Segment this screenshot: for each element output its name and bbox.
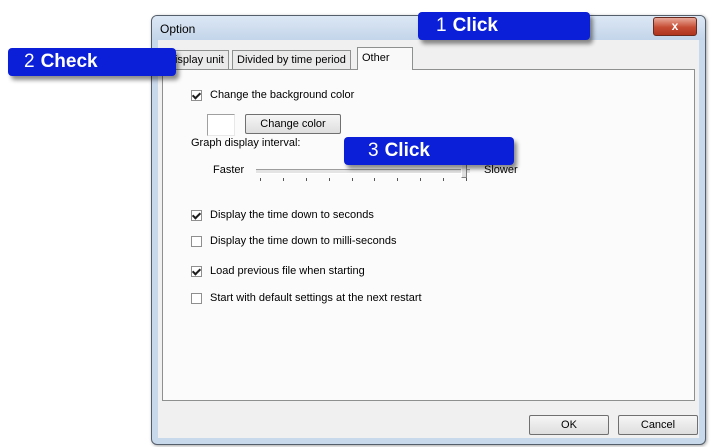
change-background-row[interactable]: Change the background color: [191, 89, 354, 101]
option-row-seconds[interactable]: Display the time down to seconds: [191, 209, 374, 221]
slider-tick: [466, 178, 467, 181]
slider-tick: [397, 178, 399, 181]
slider-tick: [420, 178, 422, 181]
callout-step-1: 1 Click: [418, 12, 590, 40]
graph-interval-text: Graph display interval:: [191, 137, 301, 149]
cancel-button[interactable]: Cancel: [618, 415, 698, 435]
callout-3-word: Click: [384, 140, 430, 161]
option-row-load-previous[interactable]: Load previous file when starting: [191, 265, 365, 277]
slider-tick: [282, 178, 284, 181]
option-row-default-settings[interactable]: Start with default settings at the next …: [191, 292, 422, 304]
slider-tick: [328, 178, 330, 181]
slower-label: Slower: [484, 164, 518, 176]
slider-tick: [305, 178, 307, 181]
close-icon: x: [671, 19, 679, 33]
callout-step-2: 2 Check: [8, 48, 176, 76]
callout-2-word: Check: [40, 51, 98, 72]
slider-tick: [374, 178, 376, 181]
milliseconds-checkbox[interactable]: [191, 235, 202, 247]
tab-other[interactable]: Other: [357, 47, 413, 70]
option-dialog: Option x Display unit Divided by time pe…: [151, 15, 706, 445]
change-background-checkbox[interactable]: [191, 89, 202, 101]
tab-strip: Display unit Divided by time period Othe…: [162, 47, 695, 70]
other-tab-panel: Change the background color Change color…: [162, 69, 695, 401]
load-previous-label: Load previous file when starting: [210, 265, 365, 277]
dialog-client: Display unit Divided by time period Othe…: [158, 40, 699, 438]
graph-interval-slider[interactable]: [256, 169, 470, 174]
callout-step-3: 3 Click: [344, 137, 514, 165]
slider-tick: [260, 178, 261, 181]
callout-2-number: 2: [24, 51, 35, 72]
window-title: Option: [160, 22, 196, 36]
default-settings-checkbox[interactable]: [191, 292, 202, 304]
slider-max-label: Slower: [484, 164, 518, 176]
seconds-label: Display the time down to seconds: [210, 209, 374, 221]
ok-button[interactable]: OK: [529, 415, 609, 435]
slider-tick: [351, 178, 353, 181]
graph-interval-label: Graph display interval:: [191, 137, 300, 149]
callout-1-number: 1: [436, 15, 447, 36]
milliseconds-label: Display the time down to milli-seconds: [210, 235, 397, 247]
callout-3-number: 3: [368, 140, 379, 161]
slider-tick: [443, 178, 445, 181]
faster-label: Faster: [213, 164, 245, 176]
change-background-label: Change the background color: [210, 89, 355, 101]
tab-divided-by-time-period[interactable]: Divided by time period: [232, 50, 351, 69]
callout-1-word: Click: [452, 15, 498, 36]
slider-min-label: Faster: [213, 164, 244, 176]
option-row-milliseconds[interactable]: Display the time down to milli-seconds: [191, 235, 396, 247]
close-button[interactable]: x: [653, 17, 697, 36]
load-previous-checkbox[interactable]: [191, 265, 202, 277]
background-color-swatch: [207, 114, 235, 136]
default-settings-label: Start with default settings at the next …: [210, 292, 422, 304]
seconds-checkbox[interactable]: [191, 209, 202, 221]
change-color-button[interactable]: Change color: [245, 114, 341, 134]
